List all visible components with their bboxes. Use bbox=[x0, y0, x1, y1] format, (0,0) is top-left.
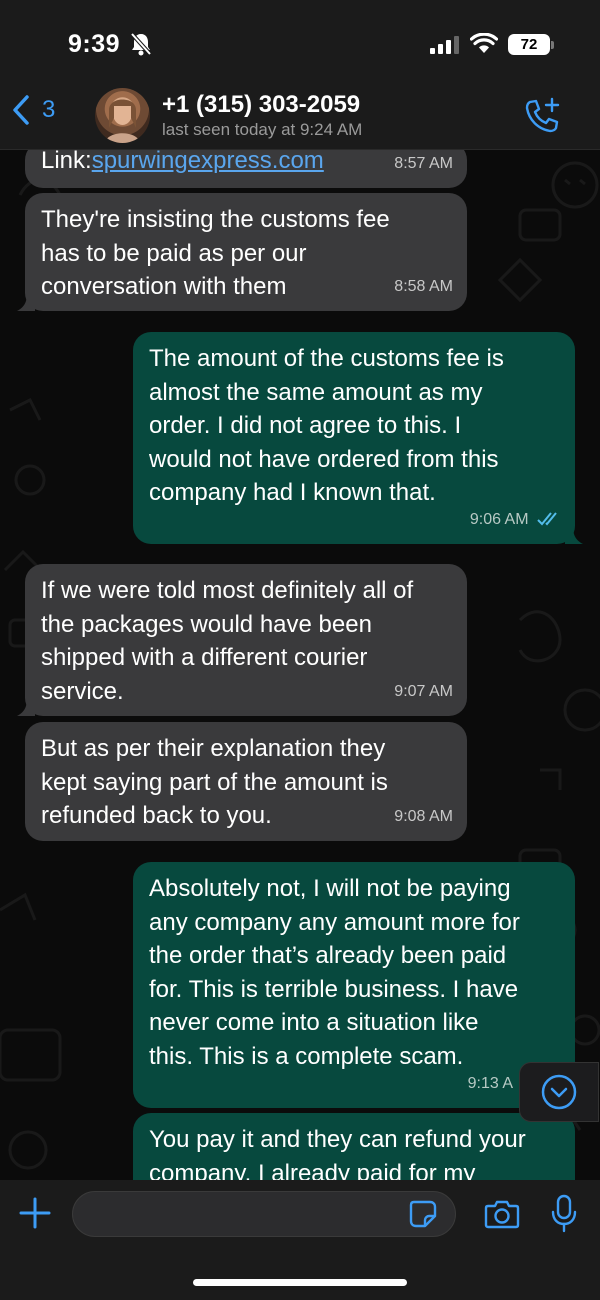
message-time: 9:06 AM bbox=[469, 510, 529, 528]
input-bar bbox=[0, 1180, 600, 1300]
message-meta: 9:06 AM bbox=[470, 503, 561, 537]
message-time: 9:07 AM bbox=[394, 682, 453, 700]
bubble-tail bbox=[565, 526, 583, 544]
home-indicator bbox=[193, 1279, 407, 1286]
signal-icon bbox=[430, 36, 460, 59]
message-bubble-incoming[interactable]: They're insisting the customs fee has to… bbox=[17, 193, 467, 311]
message-time: 9:08 AM bbox=[394, 807, 453, 825]
message-text: If we were told most definitely all of t… bbox=[41, 577, 414, 705]
message-bubble-outgoing[interactable]: The amount of the customs fee is almost … bbox=[133, 332, 583, 544]
message-bubble-outgoing[interactable]: Absolutely not, I will not be paying any… bbox=[133, 862, 575, 1108]
message-input[interactable] bbox=[72, 1191, 456, 1237]
message-time: 8:57 AM bbox=[394, 154, 453, 172]
read-receipt-icon bbox=[537, 512, 557, 526]
message-text: They're insisting the customs fee has to… bbox=[41, 206, 390, 300]
chat-header: 3 +1 (315) 303-2059 last seen today at 9… bbox=[0, 86, 600, 150]
bubble-tail bbox=[17, 698, 35, 716]
message-bubble-incoming[interactable]: Link:spurwingexpress.com 8:57 AM bbox=[25, 150, 467, 188]
back-chevron-icon bbox=[13, 95, 29, 125]
scroll-to-bottom-button[interactable] bbox=[519, 1062, 599, 1122]
avatar[interactable] bbox=[95, 88, 150, 143]
last-seen-status: last seen today at 9:24 AM bbox=[162, 120, 363, 139]
bell-slash-icon bbox=[130, 32, 152, 61]
message-text: Link:spurwingexpress.com bbox=[41, 150, 324, 174]
add-call-icon[interactable] bbox=[522, 96, 562, 141]
message-bubble-incoming[interactable]: But as per their explanation they kept s… bbox=[25, 722, 467, 841]
chevron-down-circle-icon bbox=[541, 1074, 577, 1110]
sticker-icon[interactable] bbox=[408, 1199, 438, 1234]
message-link-prefix: Link: bbox=[41, 150, 92, 174]
bubble-tail bbox=[17, 293, 35, 311]
plus-icon[interactable] bbox=[18, 1196, 52, 1235]
message-text: Absolutely not, I will not be paying any… bbox=[149, 875, 520, 1070]
status-time: 9:39 bbox=[68, 30, 121, 58]
battery-icon: 72 bbox=[508, 34, 550, 55]
message-time: 9:13 A bbox=[467, 1074, 513, 1092]
message-text: But as per their explanation they kept s… bbox=[41, 735, 388, 829]
wifi-icon bbox=[469, 32, 499, 60]
message-time: 8:58 AM bbox=[394, 277, 453, 295]
message-text: The amount of the customs fee is almost … bbox=[149, 345, 504, 506]
message-bubble-incoming[interactable]: If we were told most definitely all of t… bbox=[17, 564, 467, 716]
unread-count: 3 bbox=[42, 96, 56, 123]
message-link[interactable]: spurwingexpress.com bbox=[92, 150, 324, 174]
message-bubble-outgoing[interactable]: You pay it and they can refund your comp… bbox=[133, 1113, 575, 1180]
status-bar: 9:39 72 bbox=[0, 0, 600, 86]
camera-icon[interactable] bbox=[484, 1198, 520, 1235]
back-button[interactable]: 3 bbox=[12, 94, 55, 126]
chat-area[interactable]: Link:spurwingexpress.com 8:57 AM They're… bbox=[0, 150, 600, 1180]
message-text: You pay it and they can refund your comp… bbox=[149, 1126, 526, 1180]
battery-tip bbox=[551, 41, 554, 49]
microphone-icon[interactable] bbox=[550, 1194, 578, 1239]
contact-name[interactable]: +1 (315) 303-2059 bbox=[162, 91, 360, 119]
